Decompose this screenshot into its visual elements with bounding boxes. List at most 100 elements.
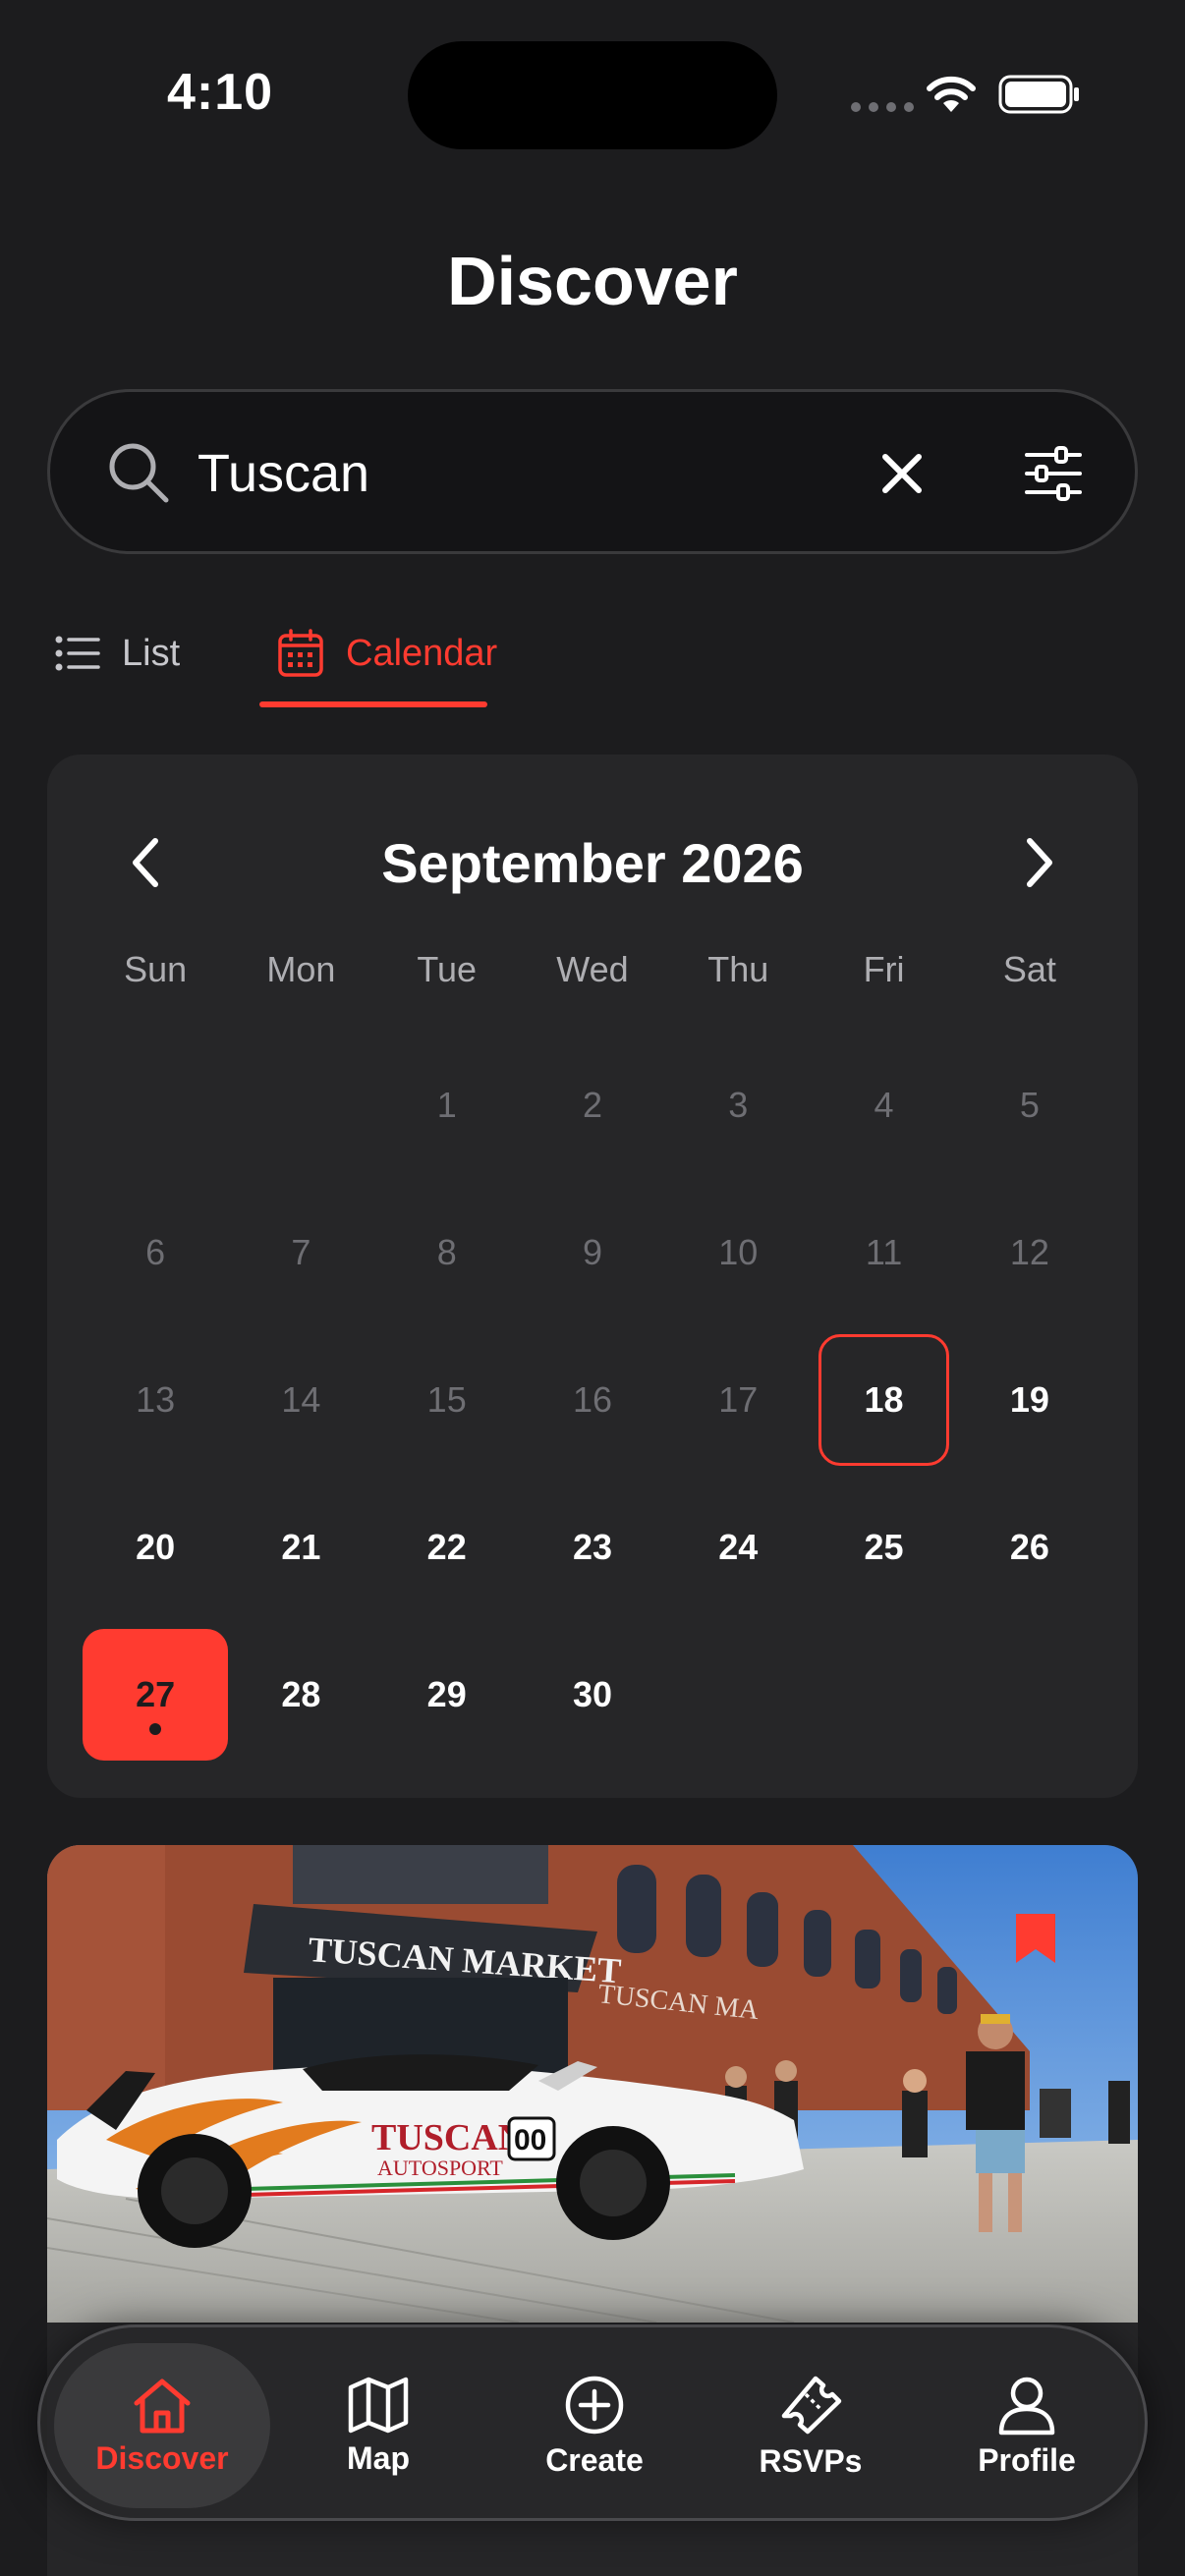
calendar-day[interactable]: 12: [957, 1179, 1102, 1326]
weekday-label: Thu: [707, 949, 769, 989]
tab-map-label: Map: [347, 2439, 410, 2476]
calendar-day-number: 22: [426, 1527, 467, 1567]
car-number-text: 00: [514, 2124, 546, 2156]
tab-map[interactable]: Map: [270, 2343, 486, 2508]
dynamic-island: [408, 41, 777, 149]
calendar-day-number: 28: [281, 1674, 321, 1714]
tab-discover[interactable]: Discover: [54, 2343, 270, 2508]
calendar-day[interactable]: 3: [665, 1032, 811, 1179]
month-navigation: September 2026: [47, 813, 1138, 912]
tab-calendar-label: Calendar: [346, 632, 498, 674]
calendar-day[interactable]: 2: [520, 1032, 665, 1179]
weekday-label: Sun: [124, 949, 188, 989]
calendar-day[interactable]: 10: [665, 1179, 811, 1326]
calendar-day-number: 21: [281, 1527, 321, 1567]
view-tabs: List Calendar: [47, 599, 1138, 707]
calendar-day-number: 25: [864, 1527, 904, 1567]
calendar-day-number: 14: [281, 1379, 321, 1420]
calendar-day[interactable]: 1: [374, 1032, 520, 1179]
map-icon: [348, 2377, 409, 2433]
bottom-tab-bar: Discover Map Create RSVPs Profile: [37, 2324, 1148, 2521]
calendar-day-number: 8: [436, 1232, 457, 1272]
calendar-day[interactable]: 21: [228, 1474, 373, 1621]
tab-list-label: List: [122, 632, 181, 674]
calendar-day-number: 20: [136, 1527, 176, 1567]
tab-calendar[interactable]: Calendar: [269, 599, 505, 707]
calendar-day[interactable]: 29: [374, 1621, 520, 1768]
car-brand-subtext: AUTOSPORT: [377, 2156, 503, 2180]
calendar-days-grid: 1 2 3 4 5 6 7 8 9 10 11 12 13 14 15 16 1…: [83, 1032, 1102, 1768]
house-icon: [134, 2379, 191, 2433]
calendar-day-number: 11: [865, 1232, 903, 1272]
calendar-day-number: 3: [728, 1085, 749, 1125]
calendar-day-number: 19: [1009, 1379, 1049, 1420]
calendar-day[interactable]: 23: [520, 1474, 665, 1621]
search-input[interactable]: [198, 439, 787, 508]
tab-create-label: Create: [545, 2441, 644, 2478]
calendar-day[interactable]: 14: [228, 1326, 373, 1474]
cellular-signal-icon: [851, 102, 914, 112]
event-photo: TUSCAN MARKET TUSCAN MA TUSCAN AUTOSPORT…: [47, 1845, 1138, 2323]
calendar-day[interactable]: 6: [83, 1179, 228, 1326]
calendar-day-number: 15: [426, 1379, 467, 1420]
clear-search-icon[interactable]: [874, 445, 931, 502]
tab-rsvps[interactable]: RSVPs: [703, 2343, 919, 2508]
search-bar[interactable]: [47, 389, 1138, 554]
calendar-day[interactable]: 24: [665, 1474, 811, 1621]
calendar-card: September 2026 Sun Mon Tue Wed Thu Fri S…: [47, 755, 1138, 1798]
calendar-day-number: 6: [145, 1232, 166, 1272]
weekday-label: Fri: [863, 949, 905, 989]
filter-sliders-icon[interactable]: [1023, 443, 1084, 504]
calendar-day-number: 1: [436, 1085, 457, 1125]
event-image[interactable]: TUSCAN MARKET TUSCAN MA TUSCAN AUTOSPORT…: [47, 1845, 1138, 2323]
calendar-day-number: 27: [136, 1674, 176, 1714]
calendar-day[interactable]: 28: [228, 1621, 373, 1768]
weekday-header: Sun Mon Tue Wed Thu Fri Sat: [83, 949, 1102, 990]
tab-create[interactable]: Create: [486, 2343, 703, 2508]
calendar-day[interactable]: 25: [811, 1474, 956, 1621]
calendar-day-number: 24: [718, 1527, 759, 1567]
search-icon: [109, 443, 169, 503]
chevron-right-icon[interactable]: [1020, 835, 1059, 890]
tab-profile[interactable]: Profile: [919, 2343, 1135, 2508]
status-bar: 4:10: [0, 0, 1185, 149]
calendar-day[interactable]: 9: [520, 1179, 665, 1326]
calendar-day[interactable]: 13: [83, 1326, 228, 1474]
person-icon: [998, 2377, 1055, 2435]
calendar-day[interactable]: 4: [811, 1032, 956, 1179]
calendar-day-number: 13: [136, 1379, 176, 1420]
tab-rsvps-label: RSVPs: [759, 2442, 863, 2479]
calendar-day-number: 9: [582, 1232, 602, 1272]
calendar-day[interactable]: 15: [374, 1326, 520, 1474]
calendar-day[interactable]: 22: [374, 1474, 520, 1621]
calendar-day[interactable]: 7: [228, 1179, 373, 1326]
calendar-day[interactable]: 11: [811, 1179, 956, 1326]
calendar-day-number: 5: [1019, 1085, 1040, 1125]
calendar-day-selected[interactable]: 27: [83, 1621, 229, 1768]
plus-circle-icon: [565, 2376, 624, 2434]
event-indicator-dot: [149, 1723, 162, 1735]
calendar-day[interactable]: 16: [520, 1326, 665, 1474]
calendar-day[interactable]: 17: [665, 1326, 811, 1474]
status-time: 4:10: [167, 64, 274, 121]
calendar-day[interactable]: 5: [957, 1032, 1102, 1179]
calendar-day-number: 16: [572, 1379, 613, 1420]
battery-icon: [998, 75, 1079, 114]
calendar-day[interactable]: 30: [520, 1621, 665, 1768]
calendar-day-number: 30: [572, 1674, 613, 1714]
calendar-day[interactable]: 8: [374, 1179, 520, 1326]
tab-list[interactable]: List: [55, 599, 180, 707]
page-title: Discover: [447, 243, 738, 319]
calendar-empty-cell: [228, 1032, 373, 1179]
calendar-day[interactable]: 20: [83, 1474, 228, 1621]
calendar-day-number: 23: [572, 1527, 613, 1567]
tab-discover-label: Discover: [95, 2439, 229, 2476]
calendar-day-number: 26: [1009, 1527, 1049, 1567]
weekday-label: Sat: [1002, 949, 1056, 989]
calendar-day-today[interactable]: 18: [811, 1326, 956, 1474]
calendar-day[interactable]: 26: [957, 1474, 1102, 1621]
car-brand-text: TUSCAN: [371, 2117, 525, 2158]
calendar-day[interactable]: 19: [957, 1326, 1102, 1474]
calendar-day-number: 2: [582, 1085, 602, 1125]
wifi-icon: [927, 76, 976, 112]
